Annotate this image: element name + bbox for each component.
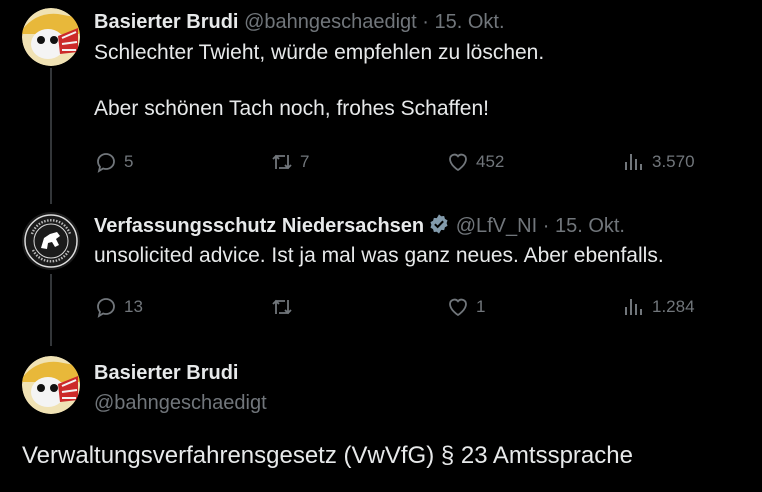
author-name[interactable]: Verfassungsschutz Niedersachsen	[94, 215, 424, 237]
focused-tweet-text: Verwaltungsverfahrensgesetz (VwVfG) § 23…	[22, 442, 633, 469]
reply-button[interactable]: 13	[94, 295, 143, 319]
tweet-2[interactable]: Verfassungsschutz Niedersachsen @LfV_NI …	[94, 213, 752, 270]
retweet-icon	[272, 299, 292, 315]
tweet-actions: 5 7 452 3.570	[94, 150, 714, 176]
like-count: 1	[476, 297, 486, 316]
retweet-button[interactable]	[270, 295, 300, 319]
avatar[interactable]	[22, 8, 80, 66]
retweet-button[interactable]: 7	[270, 150, 309, 174]
tweet-text-line: Aber schönen Tach noch, frohes Schaffen!	[94, 97, 489, 120]
tweet-1[interactable]: Basierter Brudi @bahngeschaedigt · 15. O…	[94, 9, 752, 123]
tweet-text-line: Schlechter Twieht, würde empfehlen zu lö…	[94, 41, 545, 64]
author-name[interactable]: Basierter Brudi	[94, 360, 752, 386]
thread-line-1	[50, 68, 52, 204]
heart-icon	[449, 153, 467, 172]
thread-line-2	[50, 274, 52, 346]
author-handle[interactable]: @bahngeschaedigt	[94, 390, 752, 416]
reply-count: 5	[124, 152, 134, 171]
views-count: 3.570	[652, 152, 695, 171]
retweet-count: 7	[300, 152, 310, 171]
like-count: 452	[476, 152, 505, 171]
author-handle[interactable]: @LfV_NI	[456, 215, 537, 237]
reply-icon	[97, 153, 115, 173]
author-name[interactable]: Basierter Brudi	[94, 11, 239, 33]
views-button[interactable]: 1.284	[622, 295, 695, 319]
like-button[interactable]: 452	[446, 150, 504, 174]
reply-icon	[97, 298, 115, 318]
reply-count: 13	[124, 297, 143, 316]
tweet-text-line: unsolicited advice. Ist ja mal was ganz …	[94, 244, 664, 267]
avatar[interactable]	[22, 212, 80, 270]
analytics-icon	[625, 299, 642, 315]
retweet-icon	[272, 154, 292, 170]
reply-button[interactable]: 5	[94, 150, 133, 174]
focused-tweet-author[interactable]: Basierter Brudi @bahngeschaedigt	[94, 360, 752, 416]
tweet-date[interactable]: 15. Okt.	[435, 11, 505, 33]
avatar[interactable]	[22, 356, 80, 414]
separator: ·	[542, 215, 550, 237]
tweet-date[interactable]: 15. Okt.	[555, 215, 625, 237]
author-handle[interactable]: @bahngeschaedigt	[244, 11, 417, 33]
like-button[interactable]: 1	[446, 295, 485, 319]
separator: ·	[422, 11, 429, 33]
views-count: 1.284	[652, 297, 695, 316]
verified-badge-icon	[430, 214, 448, 234]
views-button[interactable]: 3.570	[622, 150, 695, 174]
heart-icon	[449, 298, 467, 317]
tweet-actions: 13 1 1.284	[94, 295, 714, 321]
analytics-icon	[625, 154, 642, 170]
